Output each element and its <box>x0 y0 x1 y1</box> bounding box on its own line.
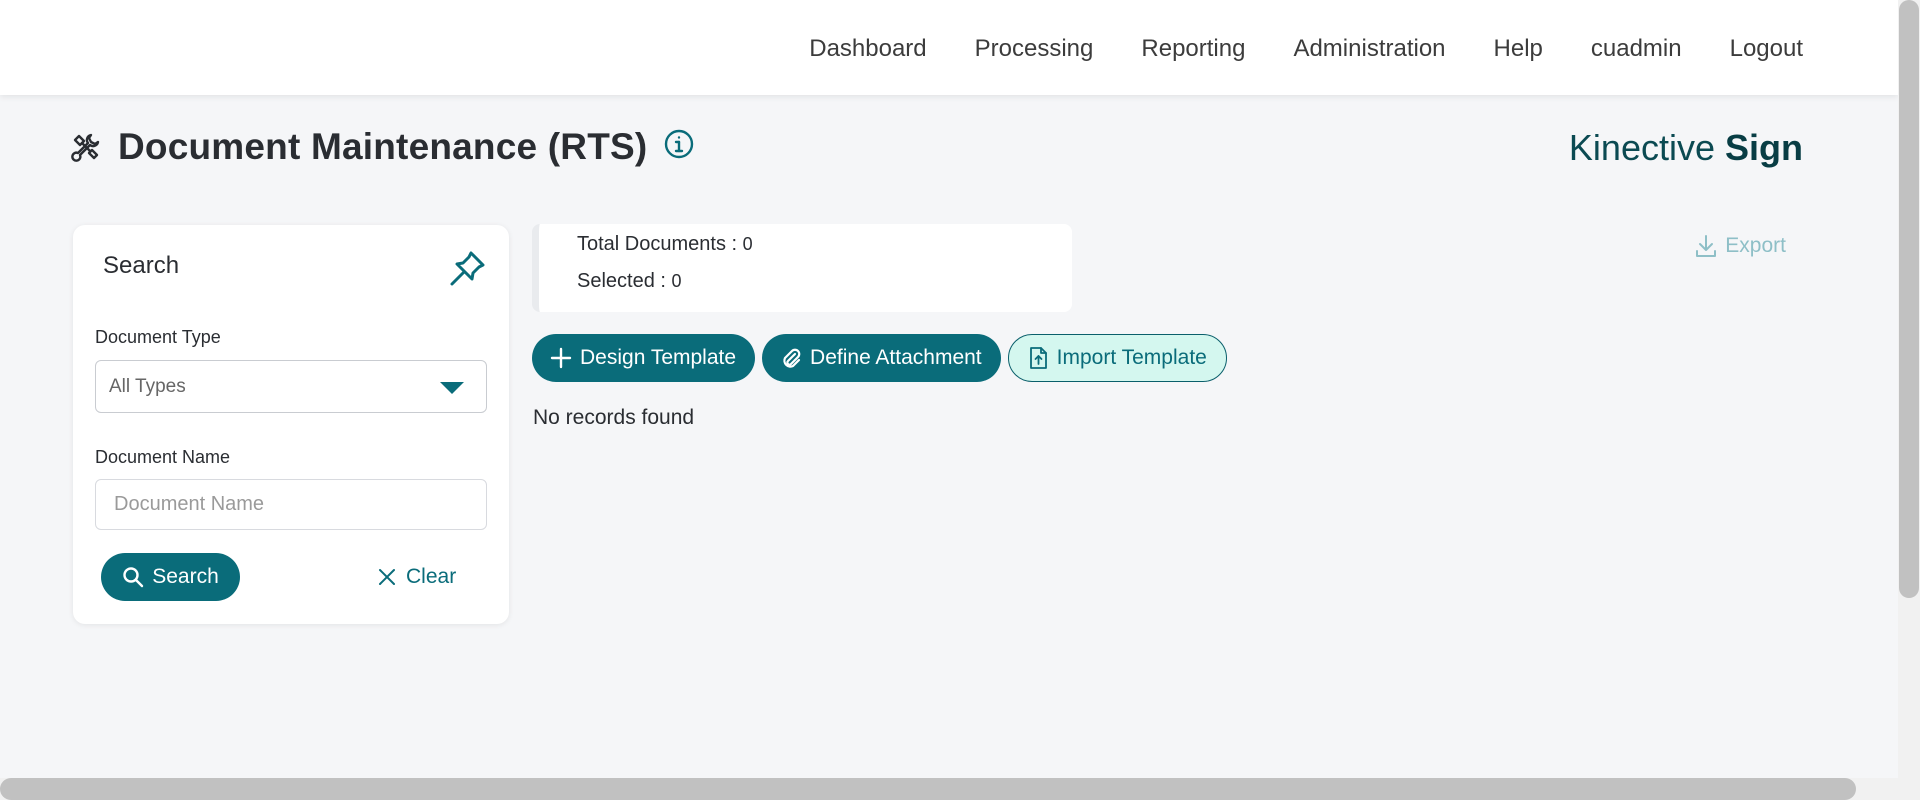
total-documents-count: 0 <box>742 234 753 254</box>
document-name-input[interactable] <box>95 479 487 530</box>
define-attachment-button[interactable]: Define Attachment <box>762 334 1001 382</box>
document-type-select[interactable]: All Types <box>95 360 487 413</box>
pin-icon[interactable] <box>447 249 487 289</box>
page-header: Document Maintenance (RTS) <box>70 122 695 172</box>
nav-dashboard[interactable]: Dashboard <box>785 34 950 64</box>
nav-administration[interactable]: Administration <box>1269 34 1469 64</box>
brand-name-light: Kinective <box>1568 127 1715 168</box>
export-label: Export <box>1725 234 1786 257</box>
clear-button-label: Clear <box>406 565 457 588</box>
document-name-label: Document Name <box>95 447 231 467</box>
main-nav: Dashboard Processing Reporting Administr… <box>785 34 1803 64</box>
document-type-value: All Types <box>109 376 186 397</box>
paperclip-icon <box>783 348 801 368</box>
horizontal-scrollbar-thumb[interactable] <box>0 778 1856 800</box>
nav-logout[interactable]: Logout <box>1706 34 1803 64</box>
selected-count: 0 <box>671 271 682 291</box>
brand-logo: Kinective Sign <box>1569 127 1803 169</box>
design-template-button[interactable]: Design Template <box>532 334 756 382</box>
vertical-scrollbar-thumb[interactable] <box>1899 0 1919 598</box>
nav-user-menu[interactable]: cuadmin <box>1567 34 1706 64</box>
document-type-label: Document Type <box>95 327 221 347</box>
import-template-button[interactable]: Import Template <box>1007 334 1227 382</box>
search-button[interactable]: Search <box>101 553 240 601</box>
info-icon[interactable] <box>663 128 695 160</box>
page-title: Document Maintenance (RTS) <box>118 126 648 167</box>
scrollbar-corner <box>1898 778 1920 800</box>
nav-processing[interactable]: Processing <box>951 34 1118 64</box>
export-button[interactable]: Export <box>1695 234 1786 258</box>
document-summary-card: Total Documents : 0 Selected : 0 <box>532 224 1072 312</box>
nav-reporting[interactable]: Reporting <box>1117 34 1269 64</box>
import-template-label: Import Template <box>1056 346 1207 369</box>
total-documents: Total Documents : 0 <box>577 233 753 256</box>
tools-icon <box>71 133 100 162</box>
nav-help[interactable]: Help <box>1470 34 1567 64</box>
empty-results-message: No records found <box>533 406 695 429</box>
search-button-label: Search <box>152 565 219 588</box>
chevron-down-icon <box>440 382 464 394</box>
design-template-label: Design Template <box>580 346 737 369</box>
plus-icon <box>550 347 572 369</box>
search-icon <box>123 567 144 588</box>
close-icon <box>379 569 395 585</box>
action-buttons: Design Template Define Attachment Import… <box>532 334 1227 382</box>
download-icon <box>1696 235 1717 257</box>
search-panel: Search Document Type All Types Document … <box>73 225 509 624</box>
brand-name-bold: Sign <box>1725 127 1803 168</box>
top-nav-bar: Dashboard Processing Reporting Administr… <box>0 0 1898 95</box>
search-panel-title: Search <box>103 252 180 279</box>
file-upload-icon <box>1029 347 1047 369</box>
define-attachment-label: Define Attachment <box>810 346 982 369</box>
app-viewport: Dashboard Processing Reporting Administr… <box>0 0 1898 778</box>
total-documents-label: Total Documents : <box>577 233 743 255</box>
clear-button[interactable]: Clear <box>378 557 456 597</box>
selected-documents: Selected : 0 <box>577 270 682 293</box>
selected-label: Selected : <box>577 270 672 292</box>
